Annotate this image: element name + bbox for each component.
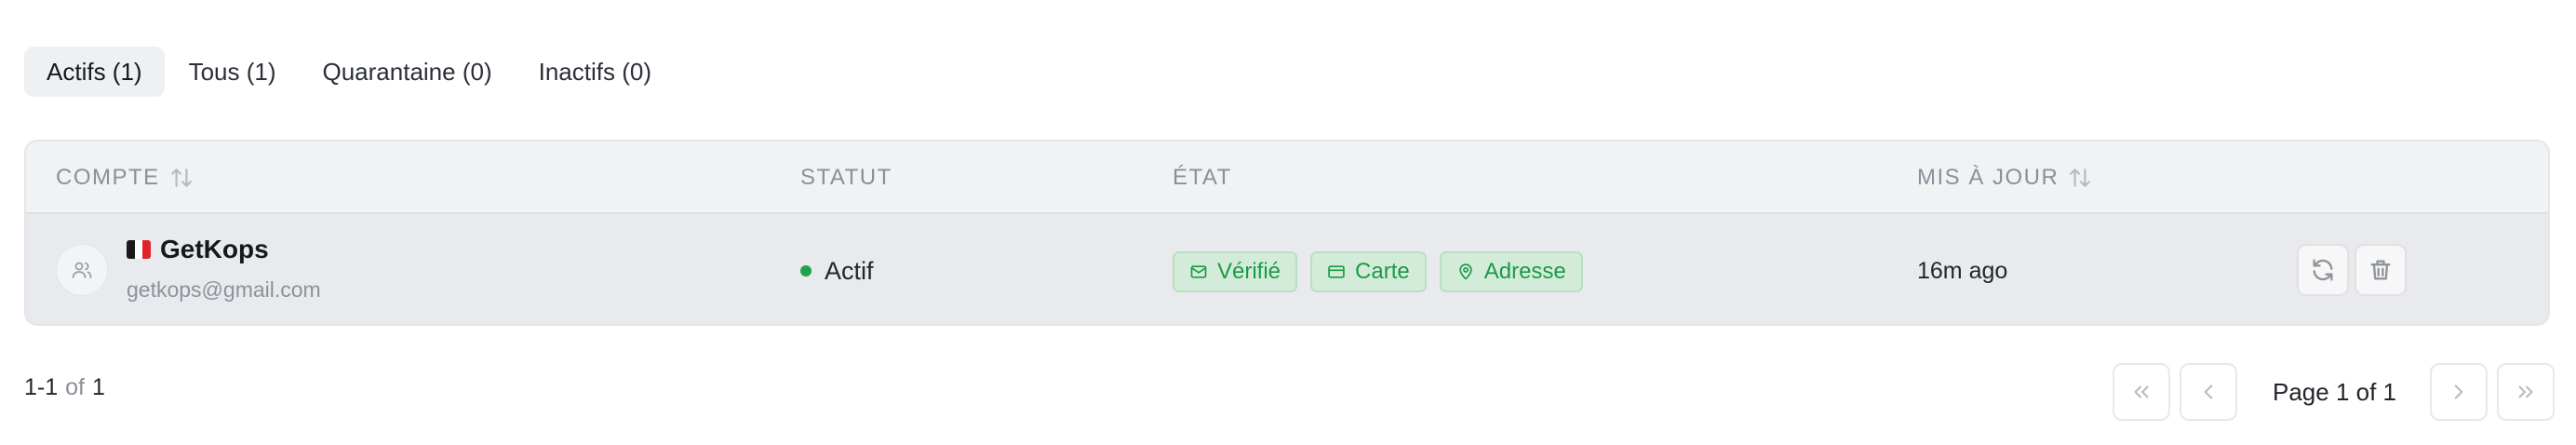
last-page-button[interactable] <box>2497 363 2555 421</box>
column-header-status: STATUT <box>800 142 892 214</box>
tab-actifs[interactable]: Actifs (1) <box>24 47 165 97</box>
refresh-icon <box>2313 259 2333 281</box>
column-header-status-label: STATUT <box>800 165 892 190</box>
refresh-button[interactable] <box>2297 244 2349 296</box>
badge-address-label: Adresse <box>1483 259 1566 284</box>
previous-page-button[interactable] <box>2180 363 2237 421</box>
account-name[interactable]: GetKops <box>127 235 269 264</box>
trash-icon <box>2370 260 2391 280</box>
results-range: 1-1 of 1 <box>24 374 105 401</box>
badge-verified-label: Vérifié <box>1217 259 1281 284</box>
page-indicator: Page 1 of 1 <box>2273 377 2396 406</box>
tab-quarantaine[interactable]: Quarantaine (0) <box>301 47 515 97</box>
mail-icon <box>1190 265 1207 278</box>
flag-stripe <box>142 240 151 259</box>
tab-tous[interactable]: Tous (1) <box>167 47 299 97</box>
column-header-state: ÉTAT <box>1173 142 1232 214</box>
table-header: COMPTE STATUT ÉTAT MIS À JOUR <box>26 142 2548 214</box>
badge-card-label: Carte <box>1355 259 1410 284</box>
filter-tabs: Actifs (1) Tous (1) Quarantaine (0) Inac… <box>24 47 674 97</box>
tab-inactifs[interactable]: Inactifs (0) <box>517 47 674 97</box>
accounts-table: COMPTE STATUT ÉTAT MIS À JOUR GetKops ge… <box>24 140 2550 326</box>
status-dot <box>800 265 812 276</box>
status-text: Actif <box>825 256 874 285</box>
range-of: of <box>65 374 85 400</box>
account-name-text: GetKops <box>160 235 269 263</box>
chevron-right-icon <box>2454 384 2463 399</box>
range-total: 1 <box>92 374 105 400</box>
sort-icon[interactable] <box>169 166 194 190</box>
users-icon <box>72 262 92 278</box>
column-header-state-label: ÉTAT <box>1173 165 1232 190</box>
table-row[interactable]: GetKops getkops@gmail.com Actif Vérifié … <box>26 216 2548 324</box>
country-flag-icon <box>127 240 151 259</box>
status-cell: Actif <box>800 216 874 324</box>
state-badges: Vérifié Carte Adresse <box>1173 251 1583 292</box>
card-icon <box>1328 265 1345 278</box>
first-page-button[interactable] <box>2113 363 2170 421</box>
updated-time: 16m ago <box>1917 257 2008 284</box>
map-pin-icon <box>1459 263 1472 280</box>
flag-stripe <box>127 240 135 259</box>
chevrons-left-icon <box>2134 385 2149 398</box>
column-header-account[interactable]: COMPTE <box>56 142 194 214</box>
pagination: Page 1 of 1 <box>2113 363 2555 421</box>
next-page-button[interactable] <box>2430 363 2488 421</box>
chevron-left-icon <box>2204 384 2213 399</box>
range-value: 1-1 <box>24 374 59 400</box>
sort-icon[interactable] <box>2068 166 2092 190</box>
column-header-updated-label: MIS À JOUR <box>1917 165 2059 190</box>
flag-stripe <box>134 240 143 259</box>
avatar <box>56 244 108 296</box>
account-email: getkops@gmail.com <box>127 277 321 302</box>
badge-verified: Vérifié <box>1173 251 1298 292</box>
column-header-updated[interactable]: MIS À JOUR <box>1917 142 2092 214</box>
chevrons-right-icon <box>2518 385 2533 398</box>
delete-button[interactable] <box>2355 244 2407 296</box>
badge-address: Adresse <box>1439 251 1583 292</box>
column-header-account-label: COMPTE <box>56 165 160 190</box>
row-actions <box>2297 244 2407 296</box>
badge-card: Carte <box>1310 251 1427 292</box>
